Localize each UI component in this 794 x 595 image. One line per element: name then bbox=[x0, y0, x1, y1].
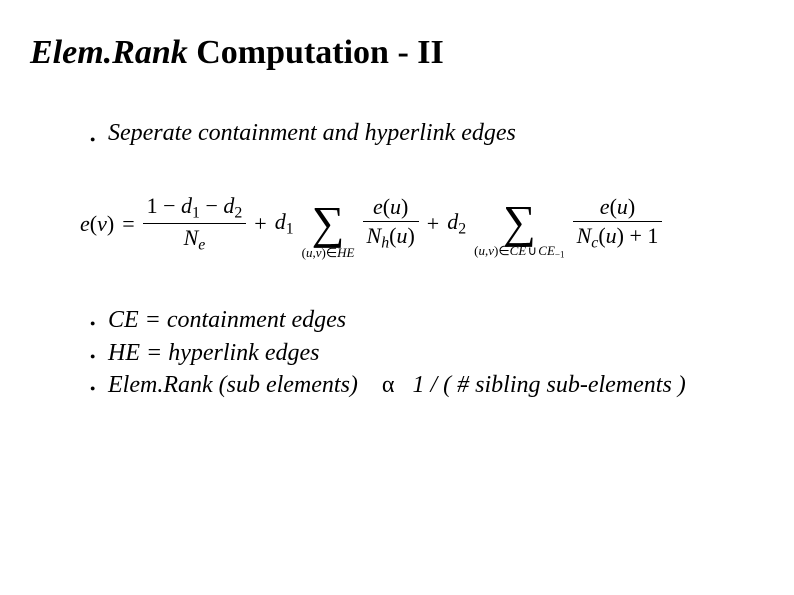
eqn-sum1-num: e(u) bbox=[369, 193, 412, 221]
def-he: HE = hyperlink edges bbox=[90, 337, 764, 369]
sigma-icon: ∑ bbox=[503, 201, 536, 242]
eqn-lhs: e(v) bbox=[80, 211, 114, 237]
slide-title: Elem.Rank Computation - II bbox=[30, 34, 764, 72]
alpha-symbol: α bbox=[382, 372, 395, 398]
eqn-term1-den: Ne bbox=[180, 224, 210, 255]
def-elemrank: Elem.Rank (sub elements) α 1 / ( # sibli… bbox=[90, 369, 764, 401]
formula: e(v) = 1 − d1 − d2 Ne + d1 ∑ (u,v)∈HE e(… bbox=[80, 187, 764, 260]
def-er-left: Elem.Rank (sub elements) bbox=[108, 372, 358, 398]
eqn-equals: = bbox=[122, 211, 134, 237]
definitions: CE = containment edges HE = hyperlink ed… bbox=[90, 304, 764, 401]
eqn-sum2-frac: e(u) Nc(u) + 1 bbox=[573, 193, 663, 253]
eqn-term1-num: 1 − d1 − d2 bbox=[143, 192, 247, 223]
intro-bullet: Seperate containment and hyperlink edges bbox=[90, 120, 764, 147]
eqn-plus2: + bbox=[427, 211, 439, 237]
eqn-plus1: + bbox=[254, 211, 266, 237]
eqn-sum2: ∑ (u,v)∈CE ∪ CE−1 bbox=[474, 187, 564, 260]
intro-bullet-text: Seperate containment and hyperlink edges bbox=[108, 120, 516, 146]
equation: e(v) = 1 − d1 − d2 Ne + d1 ∑ (u,v)∈HE e(… bbox=[80, 187, 764, 260]
eqn-coef2: d2 bbox=[447, 209, 466, 238]
definition-list: CE = containment edges HE = hyperlink ed… bbox=[90, 304, 764, 401]
intro-list: Seperate containment and hyperlink edges bbox=[90, 120, 764, 147]
eqn-sum1-frac: e(u) Nh(u) bbox=[363, 193, 419, 253]
def-ce-text: CE = containment edges bbox=[108, 307, 346, 333]
eqn-sum1-den: Nh(u) bbox=[363, 222, 419, 253]
def-er-right: 1 / ( # sibling sub-elements ) bbox=[413, 372, 686, 398]
eqn-sum2-den: Nc(u) + 1 bbox=[573, 222, 663, 253]
eqn-sum1: ∑ (u,v)∈HE bbox=[302, 188, 355, 258]
def-he-text: HE = hyperlink edges bbox=[108, 340, 319, 366]
eqn-term1: 1 − d1 − d2 Ne bbox=[143, 192, 247, 256]
eqn-coef1: d1 bbox=[275, 209, 294, 238]
title-italic: Elem.Rank bbox=[30, 34, 188, 71]
sigma-icon: ∑ bbox=[312, 202, 345, 243]
title-rest: Computation - II bbox=[188, 34, 444, 71]
def-er-right-part: α 1 / ( # sibling sub-elements ) bbox=[382, 372, 686, 398]
slide: Elem.Rank Computation - II Seperate cont… bbox=[0, 0, 794, 595]
eqn-sum1-sub: (u,v)∈HE bbox=[302, 246, 355, 259]
def-ce: CE = containment edges bbox=[90, 304, 764, 336]
eqn-sum2-sub: (u,v)∈CE ∪ CE−1 bbox=[474, 244, 564, 260]
eqn-sum2-num: e(u) bbox=[596, 193, 639, 221]
